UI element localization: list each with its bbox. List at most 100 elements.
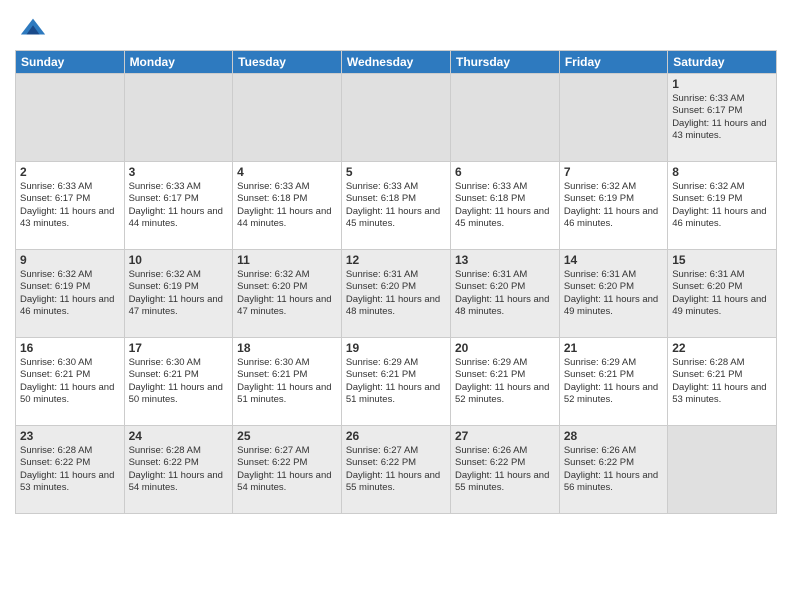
day-number: 16 (20, 341, 120, 355)
calendar-cell: 4 Sunrise: 6:33 AM Sunset: 6:18 PM Daylig… (233, 162, 342, 250)
calendar-cell: 12Sunrise: 6:31 AM Sunset: 6:20 PM Dayli… (341, 250, 450, 338)
day-info: Sunrise: 6:31 AM Sunset: 6:20 PM Dayligh… (672, 269, 772, 318)
calendar-cell: 7 Sunrise: 6:32 AM Sunset: 6:19 PM Daylig… (559, 162, 667, 250)
col-header-saturday: Saturday (668, 51, 777, 74)
logo-icon (19, 14, 47, 42)
calendar-cell: 11 Sunrise: 6:32 AM Sunset: 6:20 PM Dayli… (233, 250, 342, 338)
day-info: Sunrise: 6:29 AM Sunset: 6:21 PM Dayligh… (346, 357, 446, 406)
calendar-header-row: SundayMondayTuesdayWednesdayThursdayFrid… (16, 51, 777, 74)
calendar-cell: 6Sunrise: 6:33 AM Sunset: 6:18 PM Daylig… (451, 162, 560, 250)
calendar-cell (124, 74, 233, 162)
logo (15, 14, 47, 42)
col-header-sunday: Sunday (16, 51, 125, 74)
calendar-cell: 23Sunrise: 6:28 AM Sunset: 6:22 PM Dayli… (16, 426, 125, 514)
calendar-cell: 24 Sunrise: 6:28 AM Sunset: 6:22 PM Dayli… (124, 426, 233, 514)
day-number: 26 (346, 429, 446, 443)
calendar-cell: 18 Sunrise: 6:30 AM Sunset: 6:21 PM Dayli… (233, 338, 342, 426)
day-number: 17 (129, 341, 229, 355)
calendar-cell (559, 74, 667, 162)
day-number: 20 (455, 341, 555, 355)
day-number: 2 (20, 165, 120, 179)
calendar-cell: 28 Sunrise: 6:26 AM Sunset: 6:22 PM Dayli… (559, 426, 667, 514)
calendar-cell: 14Sunrise: 6:31 AM Sunset: 6:20 PM Dayli… (559, 250, 667, 338)
calendar-cell: 25 Sunrise: 6:27 AM Sunset: 6:22 PM Dayli… (233, 426, 342, 514)
day-info: Sunrise: 6:32 AM Sunset: 6:19 PM Dayligh… (564, 181, 663, 230)
day-number: 8 (672, 165, 772, 179)
day-info: Sunrise: 6:33 AM Sunset: 6:17 PM Dayligh… (672, 93, 772, 142)
calendar-table: SundayMondayTuesdayWednesdayThursdayFrid… (15, 50, 777, 514)
day-info: Sunrise: 6:32 AM Sunset: 6:19 PM Dayligh… (129, 269, 229, 318)
day-number: 10 (129, 253, 229, 267)
day-number: 11 (237, 253, 337, 267)
day-number: 1 (672, 77, 772, 91)
day-info: Sunrise: 6:30 AM Sunset: 6:21 PM Dayligh… (20, 357, 120, 406)
day-info: Sunrise: 6:28 AM Sunset: 6:22 PM Dayligh… (129, 445, 229, 494)
day-info: Sunrise: 6:26 AM Sunset: 6:22 PM Dayligh… (455, 445, 555, 494)
day-info: Sunrise: 6:32 AM Sunset: 6:20 PM Dayligh… (237, 269, 337, 318)
calendar-week-row: 1 Sunrise: 6:33 AM Sunset: 6:17 PM Daylig… (16, 74, 777, 162)
day-number: 28 (564, 429, 663, 443)
calendar-cell: 13 Sunrise: 6:31 AM Sunset: 6:20 PM Dayli… (451, 250, 560, 338)
calendar-cell (16, 74, 125, 162)
calendar-cell: 17 Sunrise: 6:30 AM Sunset: 6:21 PM Dayli… (124, 338, 233, 426)
calendar-cell (451, 74, 560, 162)
calendar-cell (668, 426, 777, 514)
day-info: Sunrise: 6:31 AM Sunset: 6:20 PM Dayligh… (346, 269, 446, 318)
day-info: Sunrise: 6:29 AM Sunset: 6:21 PM Dayligh… (455, 357, 555, 406)
calendar-cell: 2 Sunrise: 6:33 AM Sunset: 6:17 PM Daylig… (16, 162, 125, 250)
day-number: 19 (346, 341, 446, 355)
calendar-week-row: 9 Sunrise: 6:32 AM Sunset: 6:19 PM Daylig… (16, 250, 777, 338)
day-number: 25 (237, 429, 337, 443)
day-number: 9 (20, 253, 120, 267)
calendar-cell: 20 Sunrise: 6:29 AM Sunset: 6:21 PM Dayli… (451, 338, 560, 426)
day-info: Sunrise: 6:27 AM Sunset: 6:22 PM Dayligh… (346, 445, 446, 494)
day-number: 3 (129, 165, 229, 179)
day-number: 4 (237, 165, 337, 179)
calendar-week-row: 23Sunrise: 6:28 AM Sunset: 6:22 PM Dayli… (16, 426, 777, 514)
day-number: 21 (564, 341, 663, 355)
col-header-monday: Monday (124, 51, 233, 74)
col-header-wednesday: Wednesday (341, 51, 450, 74)
day-info: Sunrise: 6:33 AM Sunset: 6:18 PM Dayligh… (346, 181, 446, 230)
day-info: Sunrise: 6:33 AM Sunset: 6:18 PM Dayligh… (455, 181, 555, 230)
day-number: 27 (455, 429, 555, 443)
day-info: Sunrise: 6:33 AM Sunset: 6:17 PM Dayligh… (20, 181, 120, 230)
col-header-friday: Friday (559, 51, 667, 74)
day-info: Sunrise: 6:30 AM Sunset: 6:21 PM Dayligh… (237, 357, 337, 406)
calendar-cell: 8 Sunrise: 6:32 AM Sunset: 6:19 PM Daylig… (668, 162, 777, 250)
day-info: Sunrise: 6:33 AM Sunset: 6:17 PM Dayligh… (129, 181, 229, 230)
day-info: Sunrise: 6:27 AM Sunset: 6:22 PM Dayligh… (237, 445, 337, 494)
day-info: Sunrise: 6:29 AM Sunset: 6:21 PM Dayligh… (564, 357, 663, 406)
col-header-tuesday: Tuesday (233, 51, 342, 74)
calendar-cell: 9 Sunrise: 6:32 AM Sunset: 6:19 PM Daylig… (16, 250, 125, 338)
calendar-cell: 27 Sunrise: 6:26 AM Sunset: 6:22 PM Dayli… (451, 426, 560, 514)
day-info: Sunrise: 6:28 AM Sunset: 6:21 PM Dayligh… (672, 357, 772, 406)
day-info: Sunrise: 6:28 AM Sunset: 6:22 PM Dayligh… (20, 445, 120, 494)
day-number: 15 (672, 253, 772, 267)
day-info: Sunrise: 6:32 AM Sunset: 6:19 PM Dayligh… (672, 181, 772, 230)
day-info: Sunrise: 6:32 AM Sunset: 6:19 PM Dayligh… (20, 269, 120, 318)
page: SundayMondayTuesdayWednesdayThursdayFrid… (0, 0, 792, 612)
calendar-cell: 10 Sunrise: 6:32 AM Sunset: 6:19 PM Dayli… (124, 250, 233, 338)
calendar-cell: 16 Sunrise: 6:30 AM Sunset: 6:21 PM Dayli… (16, 338, 125, 426)
day-info: Sunrise: 6:30 AM Sunset: 6:21 PM Dayligh… (129, 357, 229, 406)
calendar-cell: 3 Sunrise: 6:33 AM Sunset: 6:17 PM Daylig… (124, 162, 233, 250)
day-number: 5 (346, 165, 446, 179)
day-number: 7 (564, 165, 663, 179)
calendar-week-row: 2 Sunrise: 6:33 AM Sunset: 6:17 PM Daylig… (16, 162, 777, 250)
header (15, 10, 777, 42)
calendar-cell (233, 74, 342, 162)
day-info: Sunrise: 6:31 AM Sunset: 6:20 PM Dayligh… (455, 269, 555, 318)
day-number: 18 (237, 341, 337, 355)
calendar-cell (341, 74, 450, 162)
day-info: Sunrise: 6:26 AM Sunset: 6:22 PM Dayligh… (564, 445, 663, 494)
calendar-cell: 19 Sunrise: 6:29 AM Sunset: 6:21 PM Dayli… (341, 338, 450, 426)
calendar-cell: 1 Sunrise: 6:33 AM Sunset: 6:17 PM Daylig… (668, 74, 777, 162)
day-number: 22 (672, 341, 772, 355)
day-info: Sunrise: 6:31 AM Sunset: 6:20 PM Dayligh… (564, 269, 663, 318)
day-info: Sunrise: 6:33 AM Sunset: 6:18 PM Dayligh… (237, 181, 337, 230)
calendar-week-row: 16 Sunrise: 6:30 AM Sunset: 6:21 PM Dayli… (16, 338, 777, 426)
day-number: 24 (129, 429, 229, 443)
day-number: 13 (455, 253, 555, 267)
calendar-cell: 15 Sunrise: 6:31 AM Sunset: 6:20 PM Dayli… (668, 250, 777, 338)
